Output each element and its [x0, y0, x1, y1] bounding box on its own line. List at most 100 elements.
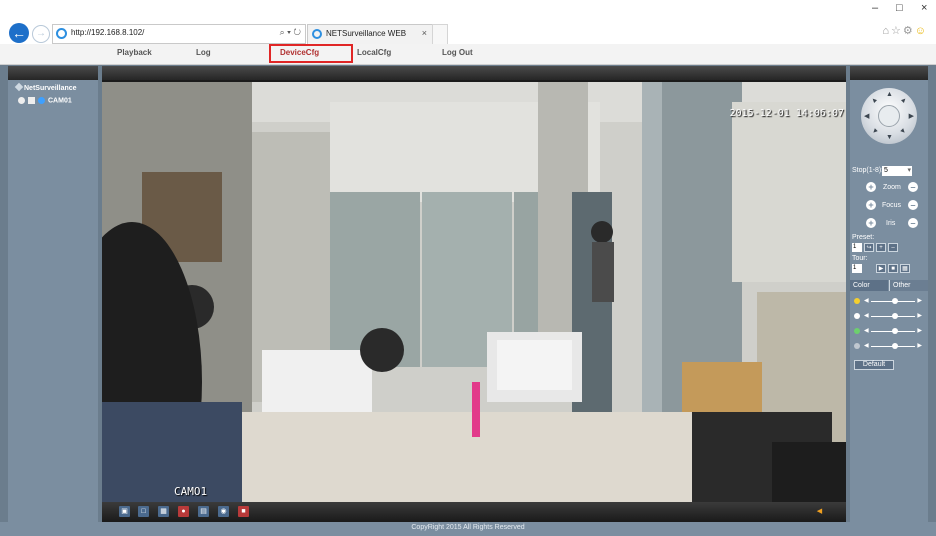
preset-goto-button[interactable]: ↪ — [864, 243, 874, 252]
split-view-icon[interactable]: ▤ — [198, 506, 209, 517]
back-icon[interactable]: ← — [9, 23, 29, 43]
slider-knob[interactable] — [892, 328, 899, 334]
osd-timestamp: 2015-12-01 14:06:07 — [729, 108, 844, 119]
search-refresh-controls[interactable]: ⌕ ▾ ↻ — [280, 27, 301, 38]
saturation-slider[interactable]: ◀ ▶ — [854, 327, 926, 335]
highlight-box — [269, 44, 353, 63]
contrast-icon — [854, 313, 860, 319]
single-view-icon[interactable]: □ — [138, 506, 149, 517]
ptz-upright-icon[interactable]: ▲ — [899, 96, 909, 106]
menu-logout[interactable]: Log Out — [442, 48, 473, 57]
iris-label: Iris — [886, 220, 896, 227]
focus-near-button[interactable]: + — [866, 200, 876, 210]
step-label: Stop(1-8): — [852, 167, 884, 174]
increase-icon[interactable]: ▶ — [917, 327, 922, 334]
browser-chrome: ← → http://192.168.8.102/ ⌕ ▾ ↻ NETSurve… — [0, 0, 936, 45]
browser-tab[interactable]: NETSurveillance WEB × — [307, 24, 433, 44]
forward-icon[interactable]: → — [32, 25, 50, 43]
preset-remove-button[interactable]: – — [888, 243, 898, 252]
focus-far-button[interactable]: – — [908, 200, 918, 210]
iris-open-button[interactable]: + — [866, 218, 876, 228]
menu-localcfg[interactable]: LocalCfg — [357, 48, 391, 57]
record-radio-icon[interactable] — [18, 97, 25, 104]
ptz-right-icon[interactable]: ▶ — [909, 112, 914, 120]
ptz-direction-pad[interactable]: ▲ ▼ ◀ ▶ ▲ ▲ ▼ ▼ — [861, 88, 917, 144]
video-feed[interactable]: 2015-12-01 14:06:07 CAMO1 — [102, 82, 846, 502]
zoom-out-button[interactable]: – — [908, 182, 918, 192]
slider-knob[interactable] — [892, 343, 899, 349]
tab-title: NETSurveillance WEB — [326, 29, 407, 38]
close-button[interactable]: × — [921, 2, 927, 14]
tour-play-button[interactable]: ▶ — [876, 264, 886, 273]
maximize-button[interactable]: □ — [896, 2, 903, 14]
menu-log[interactable]: Log — [196, 48, 211, 57]
panel-header — [850, 66, 928, 80]
record-icon[interactable]: ● — [178, 506, 189, 517]
zoom-label: Zoom — [883, 184, 901, 191]
ptz-downright-icon[interactable]: ▼ — [899, 127, 909, 137]
favorites-icon[interactable]: ☆ — [891, 25, 903, 37]
ptz-panel: ▲ ▼ ◀ ▶ ▲ ▲ ▼ ▼ Stop(1-8): 5 ▾ + Zoom – +… — [850, 66, 928, 522]
tab-color[interactable]: Color — [850, 280, 888, 291]
contrast-slider[interactable]: ◀ ▶ — [854, 312, 926, 320]
tree-root[interactable]: NetSurveillance — [14, 82, 77, 92]
audio-muted-icon[interactable]: ◀ — [814, 506, 825, 517]
settings-gear-icon[interactable]: ⚙ — [903, 25, 915, 37]
camera-label: CAM01 — [48, 97, 72, 105]
url-text[interactable]: http://192.168.8.102/ — [71, 28, 144, 37]
step-select[interactable]: 5 ▾ — [882, 166, 912, 176]
menu-playback[interactable]: Playback — [117, 48, 152, 57]
feedback-smiley-icon[interactable]: ☺ — [915, 25, 928, 37]
ptz-upleft-icon[interactable]: ▲ — [870, 96, 880, 106]
panel-header — [8, 66, 98, 80]
stream-toggle-icon[interactable] — [28, 97, 35, 104]
preset-add-button[interactable]: + — [876, 243, 886, 252]
address-bar[interactable]: http://192.168.8.102/ ⌕ ▾ ↻ — [52, 24, 306, 44]
toolbar-icons: ⌂☆⚙☺ — [882, 24, 928, 37]
decrease-icon[interactable]: ◀ — [864, 312, 869, 319]
snapshot-icon[interactable]: ◉ — [218, 506, 229, 517]
step-value: 5 — [884, 167, 888, 174]
default-button[interactable]: Default — [854, 360, 894, 370]
chevron-down-icon: ▾ — [907, 167, 911, 174]
slider-knob[interactable] — [892, 298, 899, 304]
ptz-down-icon[interactable]: ▼ — [886, 134, 893, 141]
increase-icon[interactable]: ▶ — [917, 342, 922, 349]
osd-camera-name: CAMO1 — [174, 485, 208, 498]
office-scene — [102, 82, 846, 502]
tree-camera[interactable]: CAM01 — [18, 97, 72, 104]
tour-grid-button[interactable]: ▦ — [900, 264, 910, 273]
home-icon[interactable]: ⌂ — [882, 25, 891, 37]
ptz-downleft-icon[interactable]: ▼ — [870, 127, 880, 137]
slider-knob[interactable] — [892, 313, 899, 319]
saturation-icon — [854, 328, 860, 334]
iris-close-button[interactable]: – — [908, 218, 918, 228]
ptz-center-button[interactable] — [878, 105, 900, 127]
preset-input[interactable]: 1 — [852, 243, 862, 252]
device-tree-panel: NetSurveillance CAM01 — [8, 66, 98, 522]
tour-input[interactable]: 1 — [852, 264, 862, 273]
increase-icon[interactable]: ▶ — [917, 312, 922, 319]
fullscreen-icon[interactable]: ▣ — [119, 506, 130, 517]
increase-icon[interactable]: ▶ — [917, 297, 922, 304]
hue-icon — [854, 343, 860, 349]
camera-status-icon — [38, 97, 45, 104]
decrease-icon[interactable]: ◀ — [864, 327, 869, 334]
tour-stop-button[interactable]: ■ — [888, 264, 898, 273]
tab-other[interactable]: Other — [889, 280, 928, 291]
preset-label: Preset: — [852, 234, 875, 241]
quad-view-icon[interactable]: ▦ — [158, 506, 169, 517]
decrease-icon[interactable]: ◀ — [864, 297, 869, 304]
stop-record-icon[interactable]: ■ — [238, 506, 249, 517]
new-tab-button[interactable] — [432, 24, 448, 44]
ptz-up-icon[interactable]: ▲ — [886, 91, 893, 98]
hue-slider[interactable]: ◀ ▶ — [854, 342, 926, 350]
zoom-in-button[interactable]: + — [866, 182, 876, 192]
ptz-left-icon[interactable]: ◀ — [864, 112, 869, 120]
brightness-slider[interactable]: ◀ ▶ — [854, 297, 926, 305]
ie-icon — [312, 29, 322, 39]
minimize-button[interactable]: – — [872, 2, 878, 14]
tab-close-icon[interactable]: × — [422, 28, 427, 38]
decrease-icon[interactable]: ◀ — [864, 342, 869, 349]
menu-bar: Playback Log DeviceCfg LocalCfg Log Out — [0, 44, 936, 65]
